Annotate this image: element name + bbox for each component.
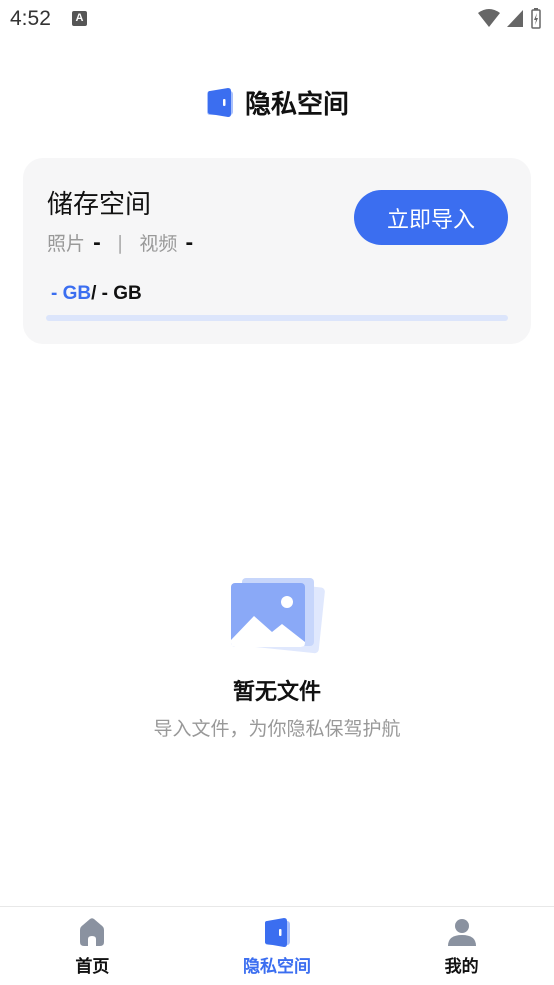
home-icon xyxy=(80,918,105,946)
private-space-icon xyxy=(206,88,233,117)
status-bar: 4:52 A xyxy=(0,0,554,40)
page-header: 隐私空间 xyxy=(0,82,554,122)
storage-stats: 照片 - | 视频 - xyxy=(47,229,193,256)
signal-icon xyxy=(507,10,523,27)
videos-label: 视频 xyxy=(139,233,178,255)
tab-private-space-label: 隐私空间 xyxy=(243,957,311,977)
storage-used: - GB xyxy=(51,283,92,304)
tab-home[interactable]: 首页 xyxy=(0,907,185,985)
notification-badge-text: A xyxy=(75,12,84,24)
storage-card: 储存空间 照片 - | 视频 - 立即导入 - GB/ - GB xyxy=(23,158,531,344)
wifi-icon xyxy=(478,9,500,27)
status-time: 4:52 xyxy=(10,7,51,30)
status-icons xyxy=(478,7,542,29)
storage-total: / - GB xyxy=(91,283,142,304)
photos-count: - xyxy=(93,231,101,254)
bottom-tab-bar: 首页 隐私空间 我的 xyxy=(0,906,554,985)
notification-icon: A xyxy=(72,11,87,26)
photos-label: 照片 xyxy=(47,233,86,255)
storage-title: 储存空间 xyxy=(47,190,152,220)
page-title: 隐私空间 xyxy=(244,89,349,120)
videos-count: - xyxy=(185,231,194,254)
battery-icon xyxy=(531,8,541,29)
tab-home-label: 首页 xyxy=(75,957,110,977)
tab-private-space[interactable]: 隐私空间 xyxy=(185,907,370,985)
stats-divider: | xyxy=(116,231,124,254)
user-icon xyxy=(447,919,476,946)
private-space-icon xyxy=(265,918,290,947)
storage-progress-bar xyxy=(46,315,508,321)
tab-mine-label: 我的 xyxy=(444,957,479,977)
tab-mine[interactable]: 我的 xyxy=(369,907,554,985)
empty-title: 暂无文件 xyxy=(232,680,321,705)
import-now-button[interactable]: 立即导入 xyxy=(354,190,508,245)
storage-usage: - GB/ - GB xyxy=(51,283,142,305)
image-placeholder-icon xyxy=(231,578,325,654)
empty-subtitle: 导入文件，为你隐私保驾护航 xyxy=(153,718,401,740)
